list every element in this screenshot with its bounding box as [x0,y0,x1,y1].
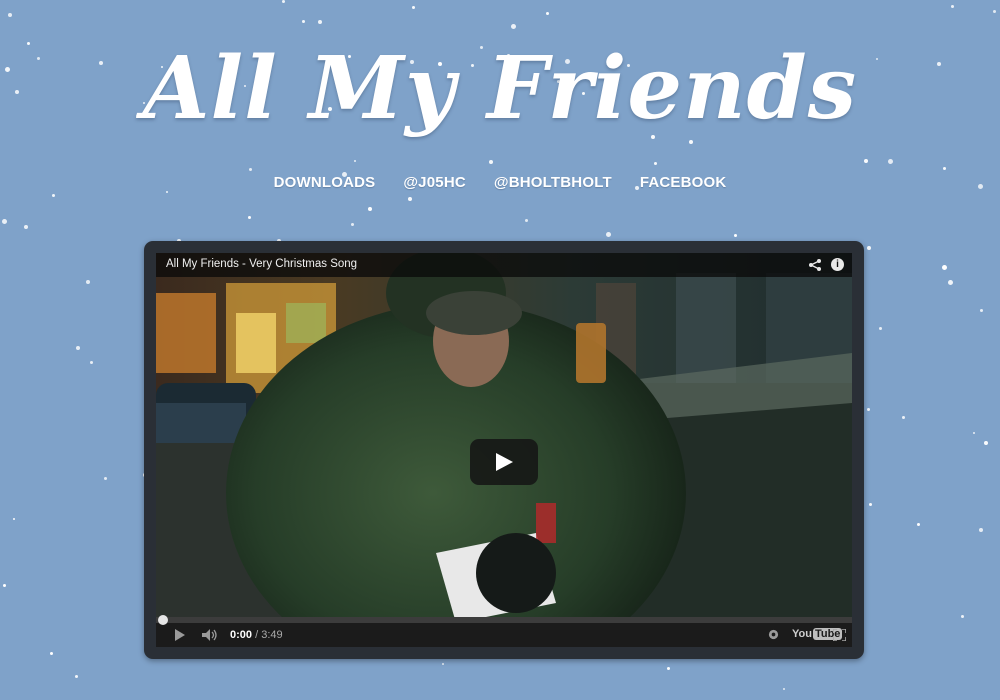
snowflake [90,361,93,364]
snowflake [973,432,975,434]
fullscreen-icon[interactable] [833,629,846,641]
snowflake [917,523,920,526]
video-title[interactable]: All My Friends - Very Christmas Song [166,258,357,270]
video-title-bar: All My Friends - Very Christmas Song i [156,253,852,277]
play-small-icon[interactable] [174,629,186,641]
progress-knob[interactable] [158,615,168,625]
nav-twitter-bholtbholt-link[interactable]: @BHOLTBHOLT [494,174,612,191]
snowflake [942,265,947,270]
snowflake [86,280,90,284]
snowflake [13,518,15,520]
snowflake [869,503,872,506]
snowflake [734,234,737,237]
info-icon[interactable]: i [831,258,844,271]
snowflake [249,168,252,171]
snowflake [984,441,988,445]
video-player-frame: All My Friends - Very Christmas Song i 0… [144,241,864,659]
snowflake [104,477,107,480]
snowflake [166,191,168,193]
snowflake [76,346,80,350]
snowflake [408,197,412,201]
snowflake [2,219,7,224]
time-display: 0:00 / 3:49 [230,629,283,641]
youtube-logo-you: You [792,628,812,640]
snowflake [667,667,670,670]
settings-icon[interactable] [768,629,779,640]
snowflake [867,408,870,411]
snowflake [951,5,954,8]
snowflake [412,6,415,9]
snowflake [3,584,6,587]
snowflake [354,160,356,162]
snowflake [943,167,946,170]
nav-facebook-link[interactable]: FACEBOOK [640,174,727,191]
play-icon [496,453,513,471]
snowflake [783,688,785,690]
nav-downloads-link[interactable]: DOWNLOADS [274,174,376,191]
snowflake [867,246,871,250]
share-icon[interactable] [808,258,822,272]
site-title: All My Friends [142,38,858,139]
snowflake [689,140,693,144]
snowflake [8,13,12,17]
snowflake [979,528,983,532]
snowflake [282,0,285,3]
snowflake [961,615,964,618]
main-nav: DOWNLOADS @J05HC @BHOLTBHOLT FACEBOOK [0,174,1000,191]
snowflake [525,219,528,222]
snowflake [302,20,305,23]
snowflake [606,232,611,237]
time-total: 3:49 [261,629,283,641]
progress-bar[interactable] [156,615,852,625]
snowflake [888,159,893,164]
snowflake [248,216,251,219]
snowflake [654,162,657,165]
video-player[interactable]: All My Friends - Very Christmas Song i 0… [156,253,852,647]
video-controls: 0:00 / 3:49 You Tube [156,615,852,647]
volume-icon[interactable] [202,629,218,641]
snowflake [75,675,78,678]
snowflake [442,663,444,665]
snowflake [368,207,372,211]
snowflake [879,327,882,330]
snowflake [351,223,354,226]
snowflake [511,24,516,29]
time-current: 0:00 [230,629,253,641]
snowflake [546,12,549,15]
snowflake [993,10,996,13]
snowflake [52,194,55,197]
snowflake [489,160,493,164]
snowflake [864,159,868,163]
time-separator: / [252,629,262,641]
snowflake [980,309,983,312]
snowflake [902,416,905,419]
snowflake [24,225,28,229]
snowflake [318,20,322,24]
snowflake [948,280,953,285]
play-button[interactable] [470,439,538,485]
snowflake [50,652,53,655]
nav-twitter-j05hc-link[interactable]: @J05HC [403,174,466,191]
